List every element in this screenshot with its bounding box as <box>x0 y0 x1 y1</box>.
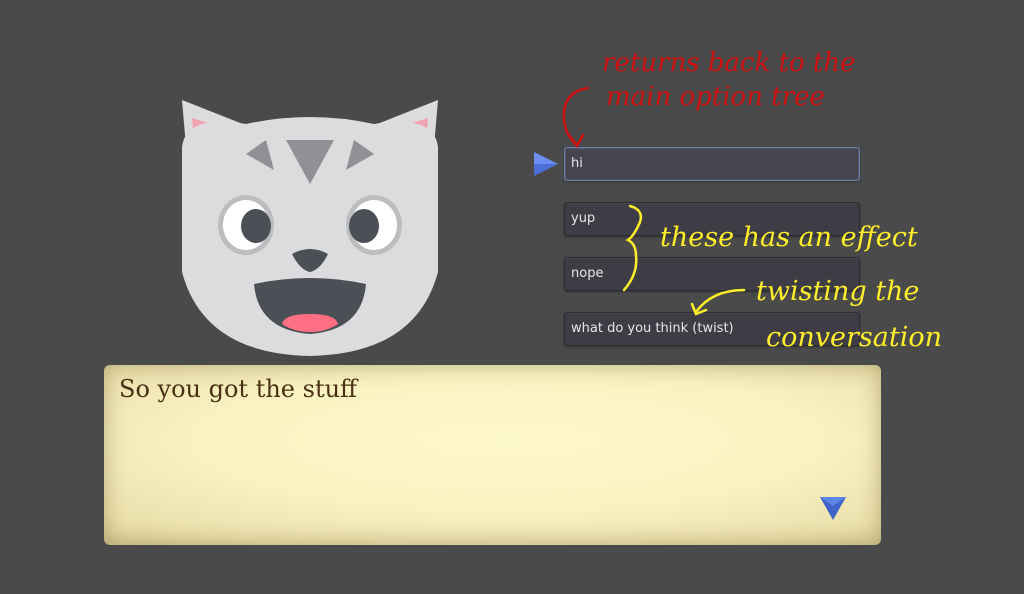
selection-cursor-icon <box>534 152 558 176</box>
game-scene: hi yup nope what do you think (twist) So… <box>0 0 1024 594</box>
next-arrow-icon[interactable] <box>818 494 848 522</box>
dialogue-box[interactable]: So you got the stuff <box>104 365 881 545</box>
annotation-twist-line1: twisting the <box>756 276 920 307</box>
cat-portrait <box>182 100 438 356</box>
dialogue-text: So you got the stuff <box>119 375 358 403</box>
option-hi[interactable]: hi <box>564 147 860 181</box>
annotation-returns-line2: main option tree <box>606 82 825 112</box>
annotation-returns-line1: returns back to the <box>602 48 856 78</box>
annotation-twist-line2: conversation <box>766 322 942 353</box>
annotation-effect: these has an effect <box>660 222 918 253</box>
